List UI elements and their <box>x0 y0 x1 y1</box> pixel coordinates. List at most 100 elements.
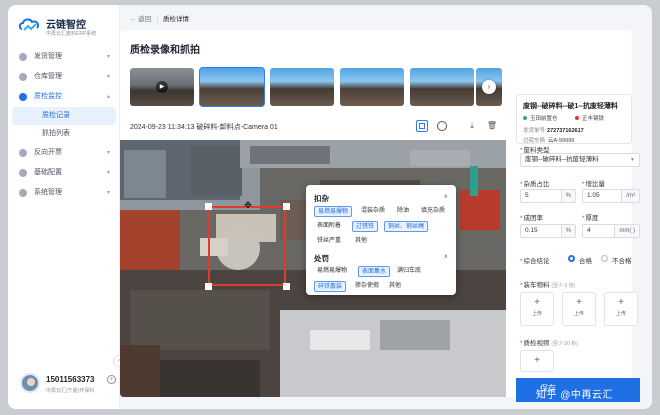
tag-penalty-bottom[interactable]: 满归车底 <box>394 266 424 277</box>
tag-flammable[interactable]: 易燃易爆物 <box>314 206 353 217</box>
material-info-card: 废钢--破碎料--破1--抗废轻薄料 玉田前置仓 正丰钢铁 发货单号 272737… <box>516 94 632 144</box>
fail-radio[interactable] <box>601 255 608 262</box>
required-mark: * <box>582 215 585 222</box>
plus-icon: + <box>576 297 582 308</box>
upload-label: 上传 <box>615 311 626 317</box>
sidebar-item-shipping[interactable]: 发货管理 ▾ <box>8 47 120 67</box>
tag-penalty-flammable[interactable]: 易燃易爆物 <box>314 266 350 277</box>
sidebar-item-warehouse[interactable]: 仓库管理 ▾ <box>8 67 120 87</box>
thumbnail-image <box>410 68 474 106</box>
upload-photo-button[interactable]: + 上传 <box>562 292 596 326</box>
circle-tool-icon[interactable] <box>436 120 448 132</box>
sidebar-item-label: 系统管理 <box>34 189 62 196</box>
plus-icon: + <box>534 297 540 308</box>
back-link[interactable]: ← 返回 <box>130 16 151 23</box>
topbar: ← 返回 | 质检详情 <box>120 5 652 29</box>
roi-handle[interactable] <box>205 283 212 290</box>
add-icon[interactable]: + <box>107 375 116 384</box>
yield-input[interactable]: 0.15% <box>520 224 576 238</box>
gear-icon <box>19 189 27 197</box>
chevron-down-icon: ▾ <box>106 170 110 176</box>
next-thumbnail-button[interactable]: › <box>482 80 496 94</box>
sidebar-item-invoice[interactable]: 反向开票 ▾ <box>8 143 120 163</box>
tag-mixed[interactable]: 混装杂质 <box>358 206 388 217</box>
roi-handle[interactable] <box>205 203 212 210</box>
tag-penalty-other[interactable]: 其他 <box>386 281 404 292</box>
thumbnail[interactable] <box>340 68 404 106</box>
required-mark: * <box>520 340 523 347</box>
photos-label-text: 装车物料 <box>523 282 550 289</box>
yield-unit: % <box>560 225 575 237</box>
upload-video-button[interactable]: + <box>520 350 554 372</box>
roi-handle[interactable] <box>283 283 290 290</box>
required-mark: * <box>520 258 523 265</box>
tag-oil[interactable]: 除油 <box>394 206 412 217</box>
photos-label: *装车物料 (至少 3 张) <box>520 279 575 289</box>
thick-value: 4 <box>587 227 591 234</box>
delete-icon[interactable]: 🗑 <box>486 120 498 132</box>
rect-tool-inner <box>419 123 425 129</box>
roi-box[interactable] <box>208 206 286 286</box>
rect-tool-icon[interactable] <box>416 120 428 132</box>
tag-penalty-water[interactable]: 表面集水 <box>358 266 391 277</box>
upload-photo-button[interactable]: + 上传 <box>520 292 554 326</box>
tag-other[interactable]: 其他 <box>352 236 370 247</box>
tag-wire[interactable]: 铜丝、钢丝绳 <box>384 221 429 232</box>
sidebar-item-label: 反向开票 <box>34 149 62 156</box>
impurity-label-text: 杂质占比 <box>523 181 550 188</box>
tag-surface[interactable]: 表面附着 <box>314 221 344 232</box>
video-label-text: 质检视频 <box>523 340 550 347</box>
app-name: 云链智控 <box>46 20 86 31</box>
chevron-up-icon[interactable]: ∧ <box>444 253 448 260</box>
sidebar-item-config[interactable]: 基础配置 ▾ <box>8 163 120 183</box>
type-select[interactable]: 废钢--破碎料--抗废轻薄料 ▼ <box>520 153 640 167</box>
pass-radio[interactable] <box>568 255 575 262</box>
order-label: 发货单号 <box>523 128 546 134</box>
chevron-down-icon: ▼ <box>630 157 635 163</box>
pass-label: 合格 <box>579 258 592 265</box>
tag-penalty-loose[interactable]: 碎铁散装 <box>314 281 347 292</box>
deduct-input[interactable]: 1.05/m³ <box>582 189 640 203</box>
upload-photo-button[interactable]: + 上传 <box>604 292 638 326</box>
upload-label: 上传 <box>573 311 584 317</box>
tag-iron-wire[interactable]: 铁丝严重 <box>314 236 344 247</box>
sidebar-subitem-records[interactable]: 质检记录 <box>12 107 116 125</box>
download-icon[interactable]: ⤓ <box>466 120 478 132</box>
camera-label: 2024-09-23 11:34:13 破碎料-卸料点-Camera 01 <box>130 124 278 131</box>
move-icon[interactable]: ✥ <box>243 200 253 210</box>
chevron-up-icon[interactable]: ∧ <box>444 193 448 200</box>
plate-row: 过磅车辆 云A-99999 <box>523 136 574 144</box>
deduct-label: *增比量 <box>582 178 605 188</box>
status-origin: 玉田前置仓 <box>530 116 558 122</box>
thumbnail[interactable]: ▶ <box>130 68 194 106</box>
required-mark: * <box>520 215 523 222</box>
sidebar-item-quality[interactable]: 质检监控 ▴ <box>8 87 120 107</box>
status-dot-green <box>523 116 527 120</box>
thumbnail[interactable] <box>270 68 334 106</box>
video-label: *质检视频 (至少 20 秒) <box>520 337 578 347</box>
thumbnail[interactable] <box>410 68 474 106</box>
deduct-unit: /m³ <box>621 190 639 202</box>
roi-handle[interactable] <box>283 203 290 210</box>
thick-input[interactable]: 4 mm( ) <box>582 224 640 238</box>
chevron-down-icon: ▾ <box>106 150 110 156</box>
sidebar-item-system[interactable]: 系统管理 ▾ <box>8 183 120 203</box>
thumbnail-selected[interactable] <box>199 67 265 107</box>
plus-icon: + <box>618 297 624 308</box>
type-value: 废钢--破碎料--抗废轻薄料 <box>525 156 599 163</box>
tag-penalty-fake[interactable]: 掺杂使假 <box>352 281 382 292</box>
thick-label-text: 厚度 <box>585 215 599 222</box>
deduction-title: 扣杂 <box>314 194 329 203</box>
thumbnail-image <box>200 68 264 106</box>
user-card[interactable]: 15011563373 中再云汇(宁夏)环保科 + <box>20 373 116 397</box>
impurity-input[interactable]: 5% <box>520 189 576 203</box>
impurity-unit: % <box>560 190 575 202</box>
warehouse-icon <box>19 73 27 81</box>
tag-filler[interactable]: 填充杂质 <box>418 206 448 217</box>
chevron-down-icon: ▾ <box>106 190 110 196</box>
required-mark: * <box>582 181 585 188</box>
yield-value: 0.15 <box>525 227 538 234</box>
sidebar-subitem-snapshots[interactable]: 抓拍列表 <box>12 125 116 143</box>
play-icon: ▶ <box>156 81 168 93</box>
tag-rust[interactable]: 过锈铁 <box>352 221 379 232</box>
